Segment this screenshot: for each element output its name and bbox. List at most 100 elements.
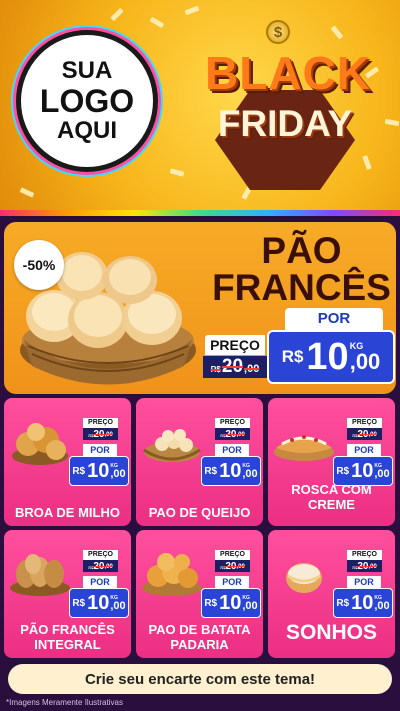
new-price-integer: 10 — [351, 591, 374, 614]
new-price-cents: ,00 — [374, 467, 390, 480]
old-price-label: PREÇO — [215, 418, 250, 428]
old-price: R$ 20 ,00 — [347, 560, 382, 572]
product-card[interactable]: PREÇO R$ 20 ,00 POR R$ 10 KG ,00 BROA DE… — [4, 398, 131, 526]
old-price-cents: ,00 — [236, 564, 245, 570]
product-name: BROA DE MILHO — [15, 504, 120, 520]
black-friday-title-black: BLACK — [205, 47, 371, 99]
new-price-label: POR — [215, 444, 249, 456]
old-price: R$ 20 ,00 — [83, 560, 118, 572]
old-price-cents: ,00 — [104, 432, 113, 438]
product-card[interactable]: PREÇO R$ 20 ,00 POR R$ 10 KG ,00 SONHOS — [268, 530, 395, 658]
logo-text-line-3: AQUI — [57, 117, 117, 145]
cheese-bread-icon — [143, 429, 201, 462]
new-price-integer: 10 — [219, 459, 242, 482]
cta-banner[interactable]: Crie seu encarte com este tema! — [8, 664, 392, 694]
confetti-piece — [110, 7, 124, 22]
confetti-piece — [384, 118, 400, 127]
corn-bread-icon — [12, 423, 68, 465]
confetti-piece — [362, 155, 372, 170]
old-price-label: PREÇO — [347, 550, 382, 560]
new-price-cents: ,00 — [242, 599, 258, 612]
product-name: ROSCA COM CREME — [291, 482, 372, 512]
new-price-label: POR — [347, 576, 381, 588]
rainbow-divider — [0, 210, 400, 216]
confetti-piece — [330, 25, 344, 40]
cream-roll-icon — [274, 435, 334, 461]
new-price-integer: 10 — [87, 459, 110, 482]
old-price-currency: R$ — [210, 365, 221, 374]
new-price-cents: ,00 — [110, 467, 126, 480]
product-name: PAO DE BATATA PADARIA — [148, 622, 251, 652]
confetti-piece — [169, 168, 185, 177]
old-price-label: PREÇO — [83, 418, 118, 428]
new-price: R$ 10 KG ,00 — [201, 456, 261, 486]
featured-name-line-2: FRANCÊS — [212, 267, 391, 308]
new-price-cents: ,00 — [349, 349, 381, 374]
new-price-label: POR — [83, 576, 117, 588]
new-price: R$ 10 KG ,00 — [69, 456, 129, 486]
potato-bread-icon — [142, 553, 202, 596]
new-price-currency: R$ — [72, 465, 86, 477]
product-name: PAO DE QUEIJO — [148, 504, 251, 520]
confetti-piece — [19, 187, 35, 198]
old-price: R$ 20 ,00 — [215, 560, 250, 572]
product-card[interactable]: PREÇO R$ 20 ,00 POR R$ 10 KG ,00 ROSCA C… — [268, 398, 395, 526]
new-price-cents: ,00 — [242, 467, 258, 480]
new-price: R$ 10 KG ,00 — [267, 330, 395, 384]
new-price-currency: R$ — [336, 465, 350, 477]
old-price-label: PREÇO — [347, 418, 382, 428]
confetti-piece — [184, 5, 200, 16]
old-price-integer: 20 — [93, 429, 105, 440]
old-price: R$ 20 ,00 — [83, 428, 118, 440]
featured-product-name: PÃO FRANCÊS — [209, 232, 394, 306]
old-price-cents: ,00 — [368, 564, 377, 570]
new-price-integer: 10 — [306, 335, 349, 378]
new-price: R$ 10 KG ,00 — [69, 588, 129, 618]
featured-product-card[interactable]: -50% PÃO FRANCÊS PREÇO R$ 20 ,00 POR R$ … — [4, 222, 396, 394]
logo-text-line-1: SUA — [61, 56, 113, 84]
old-price-integer: 20 — [93, 561, 105, 572]
old-price-cents: ,00 — [104, 564, 113, 570]
old-price-integer: 20 — [225, 561, 237, 572]
product-name: SONHOS — [285, 620, 377, 644]
new-price-integer: 10 — [87, 591, 110, 614]
product-card[interactable]: PREÇO R$ 20 ,00 POR R$ 10 KG ,00 PAO DE … — [136, 530, 263, 658]
new-price: R$ 10 KG ,00 — [333, 588, 393, 618]
old-price-cents: ,00 — [244, 363, 260, 375]
logo-text-line-2: LOGO — [39, 82, 135, 119]
old-price-cents: ,00 — [236, 432, 245, 438]
discount-badge: -50% — [14, 240, 64, 290]
new-price-label: POR — [285, 308, 383, 330]
product-name: PÃO FRANCÊS INTEGRAL — [20, 622, 115, 652]
old-price: R$ 20 ,00 — [215, 428, 250, 440]
new-price-cents: ,00 — [110, 599, 126, 612]
old-price-cents: ,00 — [368, 432, 377, 438]
old-price-integer: 20 — [357, 561, 369, 572]
new-price-integer: 10 — [351, 459, 374, 482]
old-price-label: PREÇO — [83, 550, 118, 560]
black-friday-title-friday: FRIDAY — [217, 103, 353, 144]
new-price: R$ 10 KG ,00 — [201, 588, 261, 618]
new-price-currency: R$ — [204, 465, 218, 477]
new-price-cents: ,00 — [374, 599, 390, 612]
whole-bread-icon — [10, 554, 70, 596]
old-price-integer: 20 — [225, 429, 237, 440]
product-card[interactable]: PREÇO R$ 20 ,00 POR R$ 10 KG ,00 PAO DE … — [136, 398, 263, 526]
disclaimer-text: *Imagens Meramente Ilustrativas — [6, 698, 123, 707]
new-price-currency: R$ — [204, 597, 218, 609]
product-card[interactable]: PREÇO R$ 20 ,00 POR R$ 10 KG ,00 PÃO FRA… — [4, 530, 131, 658]
old-price: R$ 20 ,00 — [347, 428, 382, 440]
new-price-label: POR — [215, 576, 249, 588]
confetti-piece — [149, 16, 165, 29]
old-price: R$ 20 ,00 — [203, 356, 267, 378]
new-price-currency: R$ — [72, 597, 86, 609]
old-price-label: PREÇO — [205, 335, 265, 355]
donut-icon — [286, 563, 322, 593]
new-price-label: POR — [83, 444, 117, 456]
old-price-integer: 20 — [221, 356, 244, 377]
new-price-currency: R$ — [281, 347, 304, 366]
logo-placeholder[interactable]: SUA LOGO AQUI — [16, 30, 158, 172]
new-price-integer: 10 — [219, 591, 242, 614]
header-banner: SUA LOGO AQUI $ BLACK FRIDAY — [0, 0, 400, 214]
new-price-currency: R$ — [336, 597, 350, 609]
